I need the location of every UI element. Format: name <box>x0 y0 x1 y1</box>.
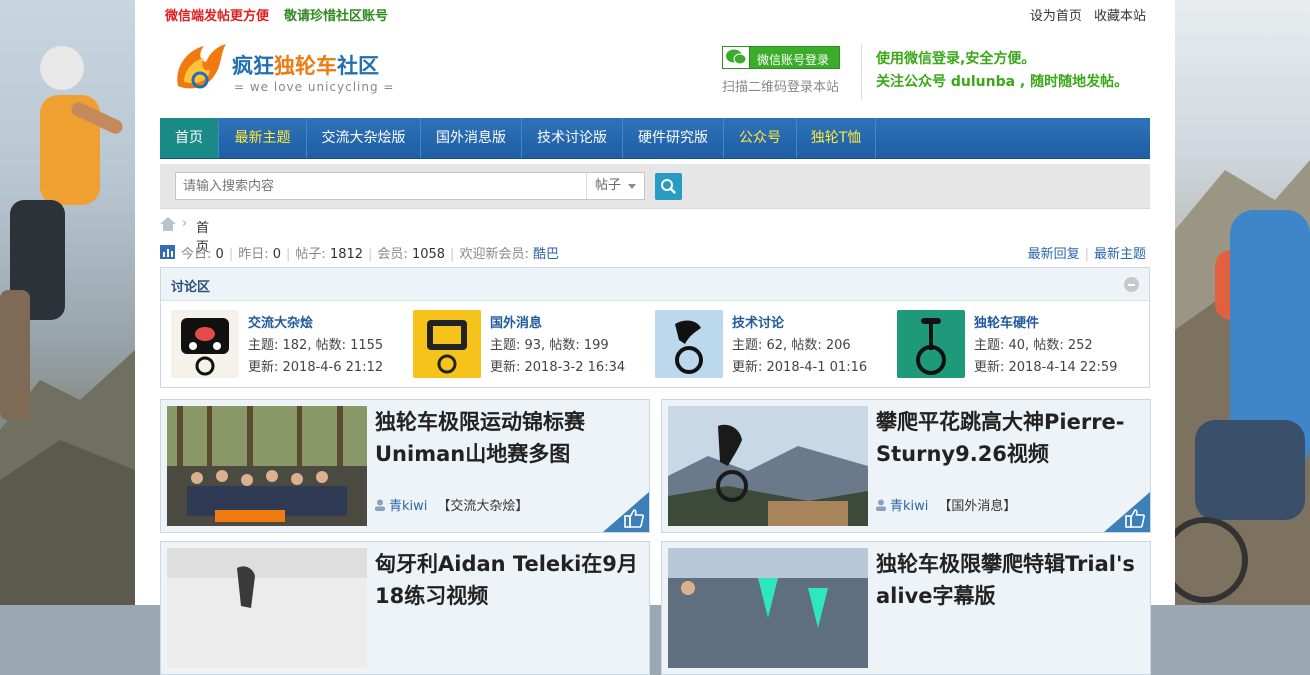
board-thumb-tech[interactable] <box>655 310 723 378</box>
weixin-scan-text: 扫描二维码登录本站 <box>722 80 840 95</box>
nav-board-misc[interactable]: 交流大杂烩版 <box>307 118 421 158</box>
nav-board-foreign[interactable]: 国外消息版 <box>421 118 522 158</box>
latest-topics-link[interactable]: 最新主题 <box>1094 247 1146 262</box>
search-type-select[interactable]: 帖子 <box>586 173 644 199</box>
new-member-link[interactable]: 酷巴 <box>533 247 559 262</box>
board-meta: 主题: 40, 帖数: 252 <box>974 338 1093 353</box>
nav-home[interactable]: 首页 <box>160 118 219 158</box>
feature-title[interactable]: 攀爬平花跳高大神Pierre-Sturny9.26视频 <box>876 406 1146 470</box>
nav-board-hardware[interactable]: 硬件研究版 <box>623 118 724 158</box>
thumbs-up-icon[interactable] <box>623 507 645 529</box>
board-thumb-misc[interactable] <box>171 310 239 378</box>
feature-author[interactable]: 青kiwi <box>389 499 427 514</box>
nav-official-account[interactable]: 公众号 <box>724 118 797 158</box>
weixin-login-button[interactable]: 微信账号登录 <box>722 46 840 69</box>
forum-title: 讨论区 <box>171 280 211 295</box>
page-container: 微信端发帖更方便 敬请珍惜社区账号 设为首页 收藏本站 疯狂独轮车社区 = we… <box>135 0 1175 675</box>
board-name[interactable]: 国外消息 <box>490 312 542 331</box>
forum-section: 讨论区 交流大杂烩 主题: 182, 帖数: 1155 更新: 2018-4-6… <box>160 267 1150 388</box>
board-meta: 主题: 62, 帖数: 206 <box>732 338 851 353</box>
board-misc[interactable]: 交流大杂烩 主题: 182, 帖数: 1155 更新: 2018-4-6 21:… <box>161 310 401 380</box>
top-bar: 微信端发帖更方便 敬请珍惜社区账号 设为首页 收藏本站 <box>160 0 1150 28</box>
stats-links: 最新回复 | 最新主题 <box>1027 247 1146 262</box>
feature-author[interactable]: 青kiwi <box>890 499 928 514</box>
feature-image[interactable] <box>668 406 868 526</box>
site-logo[interactable]: 疯狂独轮车社区 = we love unicycling = <box>170 36 393 98</box>
feature-category[interactable]: 【交流大杂烩】 <box>437 499 528 514</box>
search-icon <box>661 179 676 194</box>
board-thumb-foreign[interactable] <box>413 310 481 378</box>
user-icon <box>876 499 886 511</box>
board-meta: 主题: 182, 帖数: 1155 <box>248 338 384 353</box>
home-icon[interactable] <box>160 217 176 231</box>
board-updated: 更新: 2018-4-14 22:59 <box>974 360 1118 375</box>
board-meta: 主题: 93, 帖数: 199 <box>490 338 609 353</box>
feature-image[interactable] <box>167 406 367 526</box>
search-button[interactable] <box>655 173 682 200</box>
weixin-login-label: 微信账号登录 <box>757 53 830 67</box>
site-stats: 今日: 0 | 昨日: 0 | 帖子: 1812 | 会员: 1058 | 欢迎新会员: 酷巴 … <box>160 243 1150 262</box>
weixin-info-line1: 使用微信登录,安全方便。 <box>876 51 1036 67</box>
header-divider <box>861 44 862 100</box>
chevron-down-icon <box>628 184 636 189</box>
background-left-scenery <box>0 0 135 605</box>
search-bar: 帖子 <box>160 164 1150 209</box>
feature-card[interactable]: 独轮车极限运动锦标赛Uniman山地赛多图 青kiwi 【交流大杂烩】 <box>160 399 650 533</box>
logo-flame-icon <box>177 44 226 89</box>
feature-card[interactable]: 匈牙利Aidan Teleki在9月18练习视频 <box>160 541 650 675</box>
board-name[interactable]: 独轮车硬件 <box>974 312 1039 331</box>
board-foreign[interactable]: 国外消息 主题: 93, 帖数: 199 更新: 2018-3-2 16:34 <box>403 310 643 380</box>
collapse-icon[interactable] <box>1124 277 1139 292</box>
feature-card[interactable]: 独轮车极限攀爬特辑Trial's alive字幕版 <box>661 541 1151 675</box>
main-nav: 首页 最新主题 交流大杂烩版 国外消息版 技术讨论版 硬件研究版 公众号 独轮T… <box>160 118 1150 159</box>
nav-tshirt[interactable]: 独轮T恤 <box>797 118 876 158</box>
search-type-label: 帖子 <box>595 178 622 193</box>
stats-line: 今日: 0 | 昨日: 0 | 帖子: 1812 | 会员: 1058 | 欢迎新会员: 酷巴 <box>181 247 559 262</box>
stat-yesterday: 0 <box>272 247 282 262</box>
feature-title[interactable]: 匈牙利Aidan Teleki在9月18练习视频 <box>375 548 645 612</box>
feature-title[interactable]: 独轮车极限攀爬特辑Trial's alive字幕版 <box>876 548 1146 612</box>
latest-replies-link[interactable]: 最新回复 <box>1028 247 1080 262</box>
account-cherish-tip[interactable]: 敬请珍惜社区账号 <box>284 5 388 24</box>
search-input[interactable] <box>176 173 584 199</box>
feature-image[interactable] <box>167 548 367 668</box>
logo-subtitle: = we love unicycling = <box>234 80 395 94</box>
background-right-scenery <box>1175 0 1310 605</box>
board-thumb-hardware[interactable] <box>897 310 965 378</box>
board-updated: 更新: 2018-3-2 16:34 <box>490 360 626 375</box>
board-hardware[interactable]: 独轮车硬件 主题: 40, 帖数: 252 更新: 2018-4-14 22:5… <box>887 310 1127 380</box>
weixin-icon <box>723 47 750 68</box>
weixin-post-tip[interactable]: 微信端发帖更方便 <box>165 5 269 24</box>
top-links: 设为首页 收藏本站 <box>1022 5 1146 24</box>
search-box: 帖子 <box>175 172 645 200</box>
stat-posts: 1812 <box>329 247 364 262</box>
nav-board-tech[interactable]: 技术讨论版 <box>522 118 623 158</box>
weixin-info: 使用微信登录,安全方便。 关注公众号 dulunba , 随时随地发帖。 <box>876 48 1128 94</box>
stat-members: 1058 <box>411 247 446 262</box>
set-home-link[interactable]: 设为首页 <box>1030 9 1082 24</box>
stat-today: 0 <box>215 247 224 262</box>
stats-chart-icon <box>160 245 175 259</box>
favorite-link[interactable]: 收藏本站 <box>1094 9 1146 24</box>
logo-title: 疯狂独轮车社区 <box>232 54 379 78</box>
feature-image[interactable] <box>668 548 868 668</box>
nav-latest-topics[interactable]: 最新主题 <box>219 118 307 158</box>
feature-meta: 青kiwi 【国外消息】 <box>876 495 1016 514</box>
feature-card[interactable]: 攀爬平花跳高大神Pierre-Sturny9.26视频 青kiwi 【国外消息】 <box>661 399 1151 533</box>
user-icon <box>375 499 385 511</box>
board-name[interactable]: 技术讨论 <box>732 312 784 331</box>
board-updated: 更新: 2018-4-6 21:12 <box>248 360 384 375</box>
board-updated: 更新: 2018-4-1 01:16 <box>732 360 868 375</box>
thumbs-up-icon[interactable] <box>1124 507 1146 529</box>
weixin-info-line2: 关注公众号 dulunba , 随时随地发帖。 <box>876 74 1129 90</box>
feature-meta: 青kiwi 【交流大杂烩】 <box>375 495 528 514</box>
forum-header: 讨论区 <box>161 268 1149 301</box>
board-name[interactable]: 交流大杂烩 <box>248 312 313 331</box>
board-tech[interactable]: 技术讨论 主题: 62, 帖数: 206 更新: 2018-4-1 01:16 <box>645 310 885 380</box>
breadcrumb-separator: › <box>182 216 188 231</box>
feature-category[interactable]: 【国外消息】 <box>938 499 1016 514</box>
feature-title[interactable]: 独轮车极限运动锦标赛Uniman山地赛多图 <box>375 406 645 470</box>
